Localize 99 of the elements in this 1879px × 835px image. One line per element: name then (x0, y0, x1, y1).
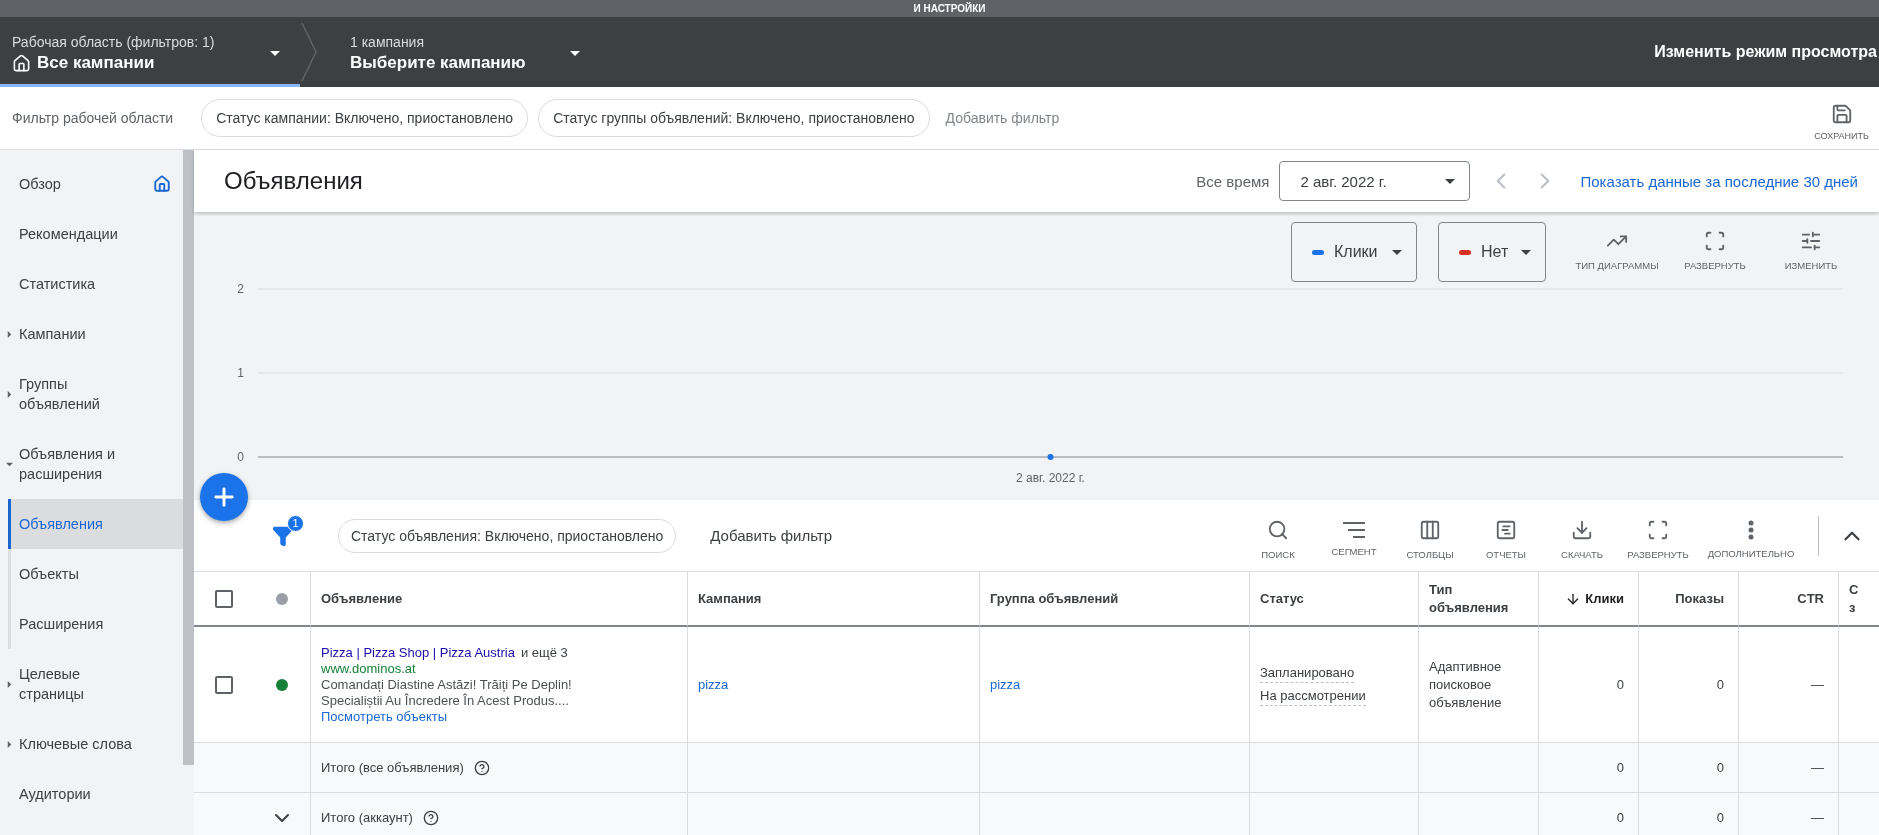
columns-icon (1419, 519, 1441, 541)
filter-bar-label: Фильтр рабочей области (12, 110, 174, 126)
select-all-checkbox[interactable] (214, 589, 233, 608)
status-text[interactable]: На рассмотрении (1260, 686, 1366, 706)
ad-description: Comandați Diastine Astăzi! Trăiți Pe Deplin! (321, 676, 572, 693)
menu-caption: И НАСТРОЙКИ (913, 3, 986, 14)
ad-group-link[interactable]: pizza (990, 676, 1021, 693)
help-icon[interactable] (473, 759, 490, 776)
chart-tool-button[interactable]: ТИП ДИАГРАММЫ (1567, 222, 1667, 271)
ad-description: Specialiștii Au Încredere În Acest Produs.... (321, 692, 569, 709)
nav-item[interactable]: Кампании (0, 309, 183, 359)
scrollbar-thumb[interactable] (183, 150, 194, 765)
table-tool-button[interactable]: ПОИСК (1240, 511, 1316, 560)
table-tool-button[interactable]: СЕГМЕНТ (1316, 514, 1392, 557)
ctr-value: — (1811, 760, 1824, 775)
add-filter-button[interactable]: Добавить фильтр (704, 526, 839, 545)
nav-item[interactable]: Целевые страницы (0, 649, 183, 719)
column-header[interactable]: CTR (1797, 589, 1824, 608)
page-title: Объявления (224, 167, 363, 195)
chart-tool-button[interactable]: ИЗМЕНИТЬ (1763, 222, 1859, 271)
impressions-value: 0 (1716, 677, 1724, 692)
dropdown-caret-icon (570, 51, 580, 56)
table-tool-button[interactable]: РАЗВЕРНУТЬ (1620, 511, 1696, 560)
clicks-value: 0 (1616, 677, 1624, 692)
column-header[interactable]: Кампания (698, 589, 762, 608)
total-label: Итого (все объявления) (321, 760, 464, 775)
row-checkbox[interactable] (214, 675, 233, 694)
campaign-link[interactable]: pizza (698, 676, 729, 693)
nav-item[interactable]: Рекомендации (0, 209, 183, 259)
column-header[interactable]: Статус (1260, 589, 1304, 608)
filter-chip[interactable]: Статус группы объявлений: Включено, приостановлено (538, 99, 930, 137)
nav-subitem[interactable]: Объявления (8, 499, 183, 549)
save-button[interactable]: СОХРАНИТЬ (1804, 95, 1879, 141)
column-header[interactable]: Тип объявления (1429, 580, 1524, 617)
table-tool-button[interactable]: СТОЛБЦЫ (1392, 511, 1468, 560)
filter-count-badge: 1 (287, 514, 304, 532)
table-tool-button[interactable]: ОТЧЕТЫ (1468, 511, 1544, 560)
column-header[interactable]: Группа объявлений (990, 589, 1119, 608)
report-chart-icon (1495, 519, 1517, 541)
home-icon (153, 175, 171, 193)
ad-headline[interactable]: Pizza | Pizza Shop | Pizza Austria (321, 644, 515, 661)
dropdown-caret-icon (1392, 249, 1402, 255)
table-tool-button[interactable]: СКАЧАТЬ (1544, 511, 1620, 560)
download-icon (1571, 519, 1593, 541)
y-tick-label: 1 (237, 366, 244, 380)
filter-chip[interactable]: Статус кампании: Включено, приостановлено (201, 99, 529, 137)
nav-item[interactable]: Группы объявлений (0, 359, 183, 429)
impressions-value: 0 (1716, 760, 1724, 775)
clicks-value: 0 (1616, 760, 1624, 775)
data-point (1047, 454, 1054, 460)
more-headlines-text: и ещё 3 (520, 644, 568, 661)
dropdown-caret-icon (1521, 249, 1531, 255)
impressions-value: 0 (1716, 810, 1724, 825)
scope-selector[interactable]: 1 кампания Выберите кампанию (338, 17, 600, 87)
column-header[interactable]: С з (1849, 580, 1865, 617)
nav-item[interactable]: Статистика (0, 259, 183, 309)
column-header[interactable]: Объявление (321, 589, 403, 608)
nav-item[interactable]: Аудитории (0, 769, 183, 819)
chart-tool-button[interactable]: РАЗВЕРНУТЬ (1667, 222, 1763, 271)
total-label: Итого (аккаунт) (321, 810, 413, 825)
status-filter-icon[interactable] (275, 592, 288, 605)
expand-icon (1647, 519, 1669, 541)
last-30-days-link[interactable]: Показать данные за последние 30 дней (1580, 172, 1858, 190)
nav-item[interactable]: Объявления и расширения (0, 429, 183, 499)
ctr-value: — (1811, 810, 1824, 825)
nav-item[interactable]: Обзор (0, 159, 183, 209)
date-range-label: Все время (1196, 172, 1270, 190)
column-header[interactable]: Клики (1565, 589, 1624, 608)
status-text[interactable]: Запланировано (1260, 663, 1355, 683)
nav-subitem[interactable]: Объекты (8, 549, 183, 599)
nav-item[interactable]: Ключевые слова (0, 719, 183, 769)
ad-url: www.dominos.at (321, 660, 416, 677)
date-picker[interactable]: 2 авг. 2022 г. (1279, 161, 1471, 201)
table-tool-button[interactable]: ДОПОЛНИТЕЛЬНО (1696, 512, 1806, 559)
ad-type-text: Адаптивное поисковое объявление (1429, 657, 1503, 712)
metric-selector[interactable]: Клики (1291, 222, 1417, 282)
dropdown-caret-icon (270, 51, 280, 56)
add-filter-button[interactable]: Добавить фильтр (939, 110, 1066, 126)
sliders-icon (1800, 230, 1822, 252)
help-icon[interactable] (422, 809, 439, 826)
ctr-value: — (1811, 677, 1824, 692)
filter-chip[interactable]: Статус объявления: Включено, приостановлено (338, 518, 677, 553)
metric-selector[interactable]: Нет (1438, 222, 1546, 282)
search-icon (1267, 519, 1289, 541)
expand-icon (1704, 230, 1726, 252)
view-mode-button[interactable]: Изменить режим просмотра (1654, 43, 1877, 61)
dropdown-caret-icon (1445, 178, 1456, 184)
more-icon (1748, 520, 1754, 540)
home-icon (12, 53, 31, 73)
x-tick-label: 2 авг. 2022 г. (1016, 471, 1085, 485)
y-tick-label: 2 (237, 282, 244, 296)
view-assets-link[interactable]: Посмотреть объекты (321, 708, 447, 725)
segment-icon (1343, 522, 1365, 538)
nav-subitem[interactable]: Расширения (8, 599, 183, 649)
filter-icon[interactable] (272, 524, 294, 547)
y-tick-label: 0 (237, 450, 244, 464)
column-header[interactable]: Показы (1675, 589, 1724, 608)
clicks-value: 0 (1616, 810, 1624, 825)
save-icon (1830, 103, 1853, 125)
